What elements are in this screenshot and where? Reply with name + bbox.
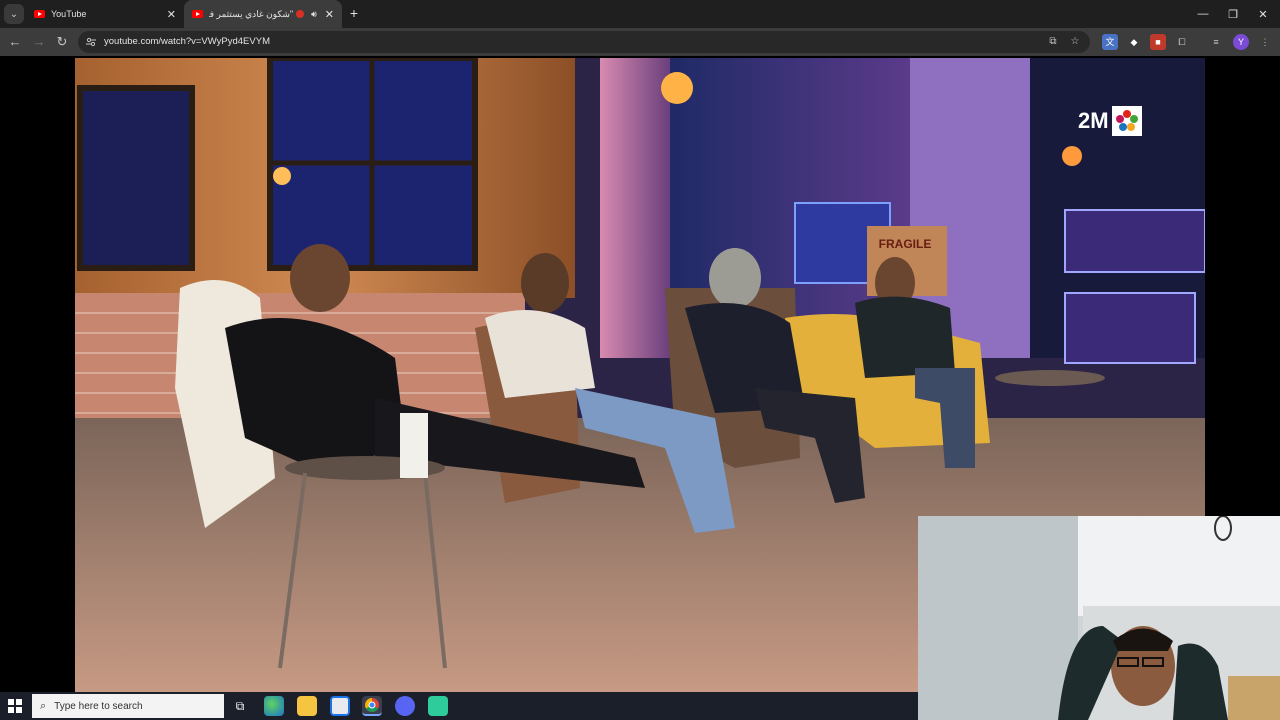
menu-kebab-icon[interactable]: ⋮ <box>1257 34 1273 50</box>
star-logo-icon <box>1115 110 1138 131</box>
forward-icon[interactable]: → <box>30 33 48 51</box>
search-icon: ⌕ <box>40 699 47 712</box>
youtube-icon <box>34 10 45 18</box>
site-info-icon[interactable] <box>86 37 96 47</box>
diamond-extension-icon[interactable]: ◆ <box>1126 34 1142 50</box>
taskbar-search-placeholder: Type here to search <box>54 700 143 712</box>
tab-title: YouTube <box>51 9 87 19</box>
youtube-icon <box>192 10 203 18</box>
tab-youtube[interactable]: YouTube ✕ <box>26 0 184 28</box>
discord-icon[interactable] <box>395 696 415 716</box>
windows-start-icon[interactable] <box>8 699 22 713</box>
task-view-icon[interactable]: ⧉ <box>230 696 250 716</box>
chrome-icon[interactable] <box>362 696 382 716</box>
minimize-button[interactable]: — <box>1188 0 1218 28</box>
audio-playing-icon[interactable]: 🔊︎ <box>311 9 317 20</box>
profile-avatar[interactable]: Y <box>1233 34 1249 50</box>
translate-extension-icon[interactable]: 文 <box>1102 34 1118 50</box>
install-app-icon[interactable]: ⧉ <box>1046 35 1060 49</box>
taskbar-search[interactable]: ⌕ Type here to search <box>32 694 224 718</box>
reload-icon[interactable]: ↻ <box>53 33 71 51</box>
bookmark-star-icon[interactable]: ☆ <box>1068 35 1082 49</box>
browser-toolbar: ← → ↻ youtube.com/watch?v=VWyPyd4EVYM ⧉ … <box>0 28 1280 56</box>
channel-logo: 2M <box>1078 106 1142 136</box>
chrome-logo-icon <box>365 698 379 712</box>
tab-video[interactable]: "شكون غادي يستثمر فمة... 🔊︎ ✕ <box>184 0 342 28</box>
channel-star-icon <box>1111 106 1142 136</box>
webcam-overlay <box>918 516 1280 720</box>
tab-close-icon[interactable]: ✕ <box>167 8 176 21</box>
url-text: youtube.com/watch?v=VWyPyd4EVYM <box>104 36 270 47</box>
restore-button[interactable]: ❐ <box>1218 0 1248 28</box>
close-window-button[interactable]: ✕ <box>1248 0 1278 28</box>
file-explorer-icon[interactable] <box>297 696 317 716</box>
terminal-app-icon[interactable] <box>428 696 448 716</box>
tab-close-icon[interactable]: ✕ <box>325 8 334 21</box>
red-extension-icon[interactable]: ■ <box>1150 34 1166 50</box>
tab-strip: ⌄ YouTube ✕ "شكون غادي يستثمر فمة... 🔊︎ … <box>0 0 1280 28</box>
address-bar[interactable]: youtube.com/watch?v=VWyPyd4EVYM ⧉ ☆ <box>78 31 1090 53</box>
recording-icon <box>296 10 305 18</box>
reading-list-icon[interactable]: ≡ <box>1208 34 1224 50</box>
webcam-feed <box>918 516 1280 720</box>
extensions-puzzle-icon[interactable]: ⧠ <box>1174 34 1190 50</box>
back-icon[interactable]: ← <box>6 33 24 51</box>
tab-title: "شكون غادي يستثمر فمة... <box>209 8 294 19</box>
store-icon[interactable] <box>330 696 350 716</box>
tab-search-button[interactable]: ⌄ <box>4 4 24 24</box>
new-tab-button[interactable]: + <box>346 5 362 21</box>
channel-logo-text: 2M <box>1078 108 1109 133</box>
fragile-label: FRAGILE <box>879 237 932 251</box>
edge-icon[interactable] <box>264 696 284 716</box>
windows-taskbar: ⌕ Type here to search ⧉ <box>0 692 918 720</box>
